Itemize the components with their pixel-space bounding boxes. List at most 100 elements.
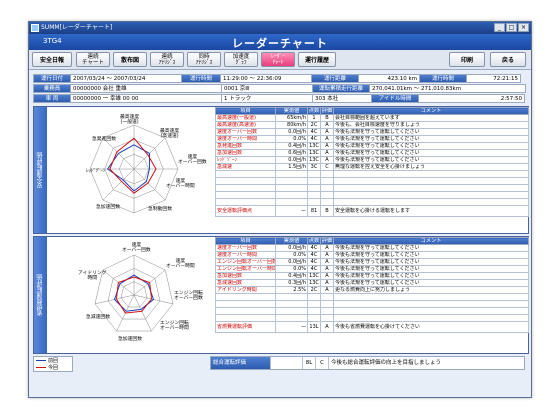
- points-cell: 4C: [307, 265, 321, 273]
- points-cell: [307, 170, 321, 178]
- measured-cell: 1.5回/h: [275, 163, 308, 171]
- item-cell: 省燃費運転評価: [215, 321, 276, 333]
- overall-measured: [271, 357, 303, 369]
- item-cell: 急加速回数: [215, 149, 276, 157]
- measured-cell: [275, 300, 308, 308]
- table-row: [215, 191, 529, 199]
- history-button[interactable]: 運行履歴: [298, 52, 336, 67]
- table-row: [215, 198, 529, 206]
- table-row: エンジン回転オーバー時間 0.0% 4C A 今後も法規を守って運転してください: [215, 265, 529, 273]
- item-cell: 速度オーバー回数: [215, 128, 276, 136]
- comment-cell: 更なる燃費向上に努力しましょう: [333, 286, 529, 294]
- table-row: 速度オーバー回数 0.0回/h 4C A 今後も法規を守って運転してください: [215, 244, 529, 252]
- radar-axis-label: 速度 オーバー時間: [166, 259, 195, 269]
- points-cell: [307, 191, 321, 199]
- item-cell: 急加速回数: [215, 272, 276, 280]
- maximize-button[interactable]: □: [506, 23, 517, 32]
- col-points: 点数: [307, 107, 321, 115]
- item-cell: [215, 198, 276, 206]
- info-row-date: 運行日付 2007/03/24 ～ 2007/03/24 運行時間 11:29:…: [33, 74, 527, 83]
- points-cell: 4C: [307, 135, 321, 143]
- table-row: アイドリング時間 2.5% 2C A 更なる燃費向上に努力しましょう: [215, 286, 529, 294]
- measured-cell: —: [275, 205, 308, 217]
- grade-cell: A: [320, 251, 334, 259]
- eco-radar-chart: 速度 オーバー回数 速度 オーバー時間 エンジン回転 オーバー回数 エンジン回転 オー…: [48, 237, 216, 353]
- back-button[interactable]: 戻る: [490, 52, 526, 67]
- app-window: SUMM[レーダーチャート] _ □ × 3TG4 レーダーチャート 安全日報 …: [28, 21, 532, 398]
- safety-radar-chart: 最高速度 (一般道) 最高速度 (高速道) 速度 オーバー回数 速度 オーバー時間 急制…: [48, 107, 216, 233]
- comment-cell: 安全運転を心掛ける運転をします: [333, 205, 529, 217]
- radar-axis: [102, 168, 135, 201]
- item-cell: [215, 170, 276, 178]
- comment-cell: 今後も法規を守って運転してください: [333, 272, 529, 280]
- table-row: 速度オーバー時間 0.0% 4C A 今後も法規を守って運転してください: [215, 251, 529, 259]
- radar-axis-label: 速度 オーバー時間: [166, 179, 195, 189]
- grade-cell: A: [320, 265, 334, 273]
- window-title: SUMM[レーダーチャート]: [41, 24, 113, 31]
- points-cell: 81: [307, 205, 321, 217]
- total-row: 省燃費運転評価 —13L A 今後も省燃費運転を心掛けてください: [215, 321, 529, 333]
- measured-cell: 2.5%: [275, 286, 308, 294]
- table-row: 急減速回数 0.3回/h 13C A 今後も法規を守って運転してください: [215, 279, 529, 287]
- minimize-button[interactable]: _: [494, 23, 505, 32]
- points-cell: [307, 198, 321, 206]
- continuous-chart-button[interactable]: 連続 チャート: [76, 52, 110, 67]
- comment-cell: 今後も法規を守って運転してください: [333, 258, 529, 266]
- value-date: 2007/03/24 ～ 2007/03/24: [70, 74, 182, 83]
- col-grade: 評価: [320, 237, 334, 245]
- grade-cell: [320, 307, 334, 315]
- value-vehicle-type: 1 トラック: [221, 94, 313, 103]
- points-cell: 13C: [307, 279, 321, 287]
- measured-cell: 0.0回/h: [275, 128, 308, 136]
- table-row: 速度オーバー回数 0.0回/h 4C A 今後も法規を守って運転してください: [215, 128, 529, 136]
- scatter-button[interactable]: 散布図: [113, 52, 147, 67]
- points-cell: 13C: [307, 149, 321, 157]
- radar-chart-button[interactable]: ﾚｰﾀﾞｰ ﾁｬｰﾄ: [261, 52, 295, 67]
- total-row: 安全運転評価点 —81 B 安全運転を心掛ける運転をします: [215, 205, 529, 217]
- radar-previous-line: [106, 144, 151, 192]
- table-row: [215, 293, 529, 301]
- eco-section: 省燃費運転評価 速度 オーバー回数 速度 オーバー時間 エンジン回転 オーバー回数エ…: [33, 236, 529, 354]
- points-cell: [307, 177, 321, 185]
- grade-cell: [320, 184, 334, 192]
- points-cell: 4C: [307, 258, 321, 266]
- page-header: 3TG4 レーダーチャート: [29, 34, 531, 50]
- grade-cell: A: [320, 142, 334, 150]
- table-row: 最高速度(高速道) 80km/h 2C A 今後も、会社目標速度を守りましょう: [215, 121, 529, 129]
- item-cell: 安全運転評価点: [215, 205, 276, 217]
- comment-cell: 今後も法規を守って運転してください: [333, 149, 529, 157]
- label-time: 運行時間: [181, 74, 221, 83]
- item-cell: [215, 307, 276, 315]
- radar-axis-label: ﾚｯﾄﾞｿﾞｰﾝ: [86, 169, 106, 174]
- grade-cell: A: [320, 135, 334, 143]
- points-cell: 4C: [307, 244, 321, 252]
- comment-cell: [333, 184, 529, 192]
- safety-report-button[interactable]: 安全日報: [32, 52, 72, 67]
- comment-cell: [333, 177, 529, 185]
- col-measured: 実測値: [275, 237, 308, 245]
- comment-cell: 今後も法規を守って運転してください: [333, 244, 529, 252]
- table-row: [215, 314, 529, 322]
- acceleration-graph-button[interactable]: 加速度 ｸﾞﾗﾌ: [224, 52, 258, 67]
- print-button[interactable]: 印刷: [449, 52, 485, 67]
- close-button[interactable]: ×: [518, 23, 529, 32]
- comment-cell: 今後も法規を守って運転してください: [333, 135, 529, 143]
- grade-cell: [320, 198, 334, 206]
- simultaneous-analysis-button[interactable]: 同時 ｱﾅﾘｼﾞｽ: [187, 52, 221, 67]
- measured-cell: 65km/h: [275, 114, 308, 122]
- value-distance: 423.10 km: [358, 74, 420, 83]
- radar-axis-label: エンジン回転 オーバー回数: [174, 291, 203, 301]
- continuous-analysis-button[interactable]: 連続 ｱﾅﾘｼﾞｽ: [150, 52, 184, 67]
- overall-grade: C: [316, 357, 329, 369]
- item-cell: エンジン回転オーバー時間: [215, 265, 276, 273]
- info-row-vehicle: 車 両 00000000 一 幸雄 00 00 1 トラック 303 本社 アイ…: [33, 94, 527, 103]
- radar-axis: [133, 294, 152, 332]
- measured-cell: 0.0回/h: [275, 244, 308, 252]
- label-duration: 運行時間: [419, 74, 467, 83]
- legend-line-icon: [36, 360, 46, 361]
- measured-cell: 0.0%: [275, 135, 308, 143]
- points-cell: [307, 314, 321, 322]
- points-cell: 13C: [307, 156, 321, 164]
- comment-cell: 今後も法規を守って運転してください: [333, 279, 529, 287]
- item-cell: 最高速度(高速道): [215, 121, 276, 129]
